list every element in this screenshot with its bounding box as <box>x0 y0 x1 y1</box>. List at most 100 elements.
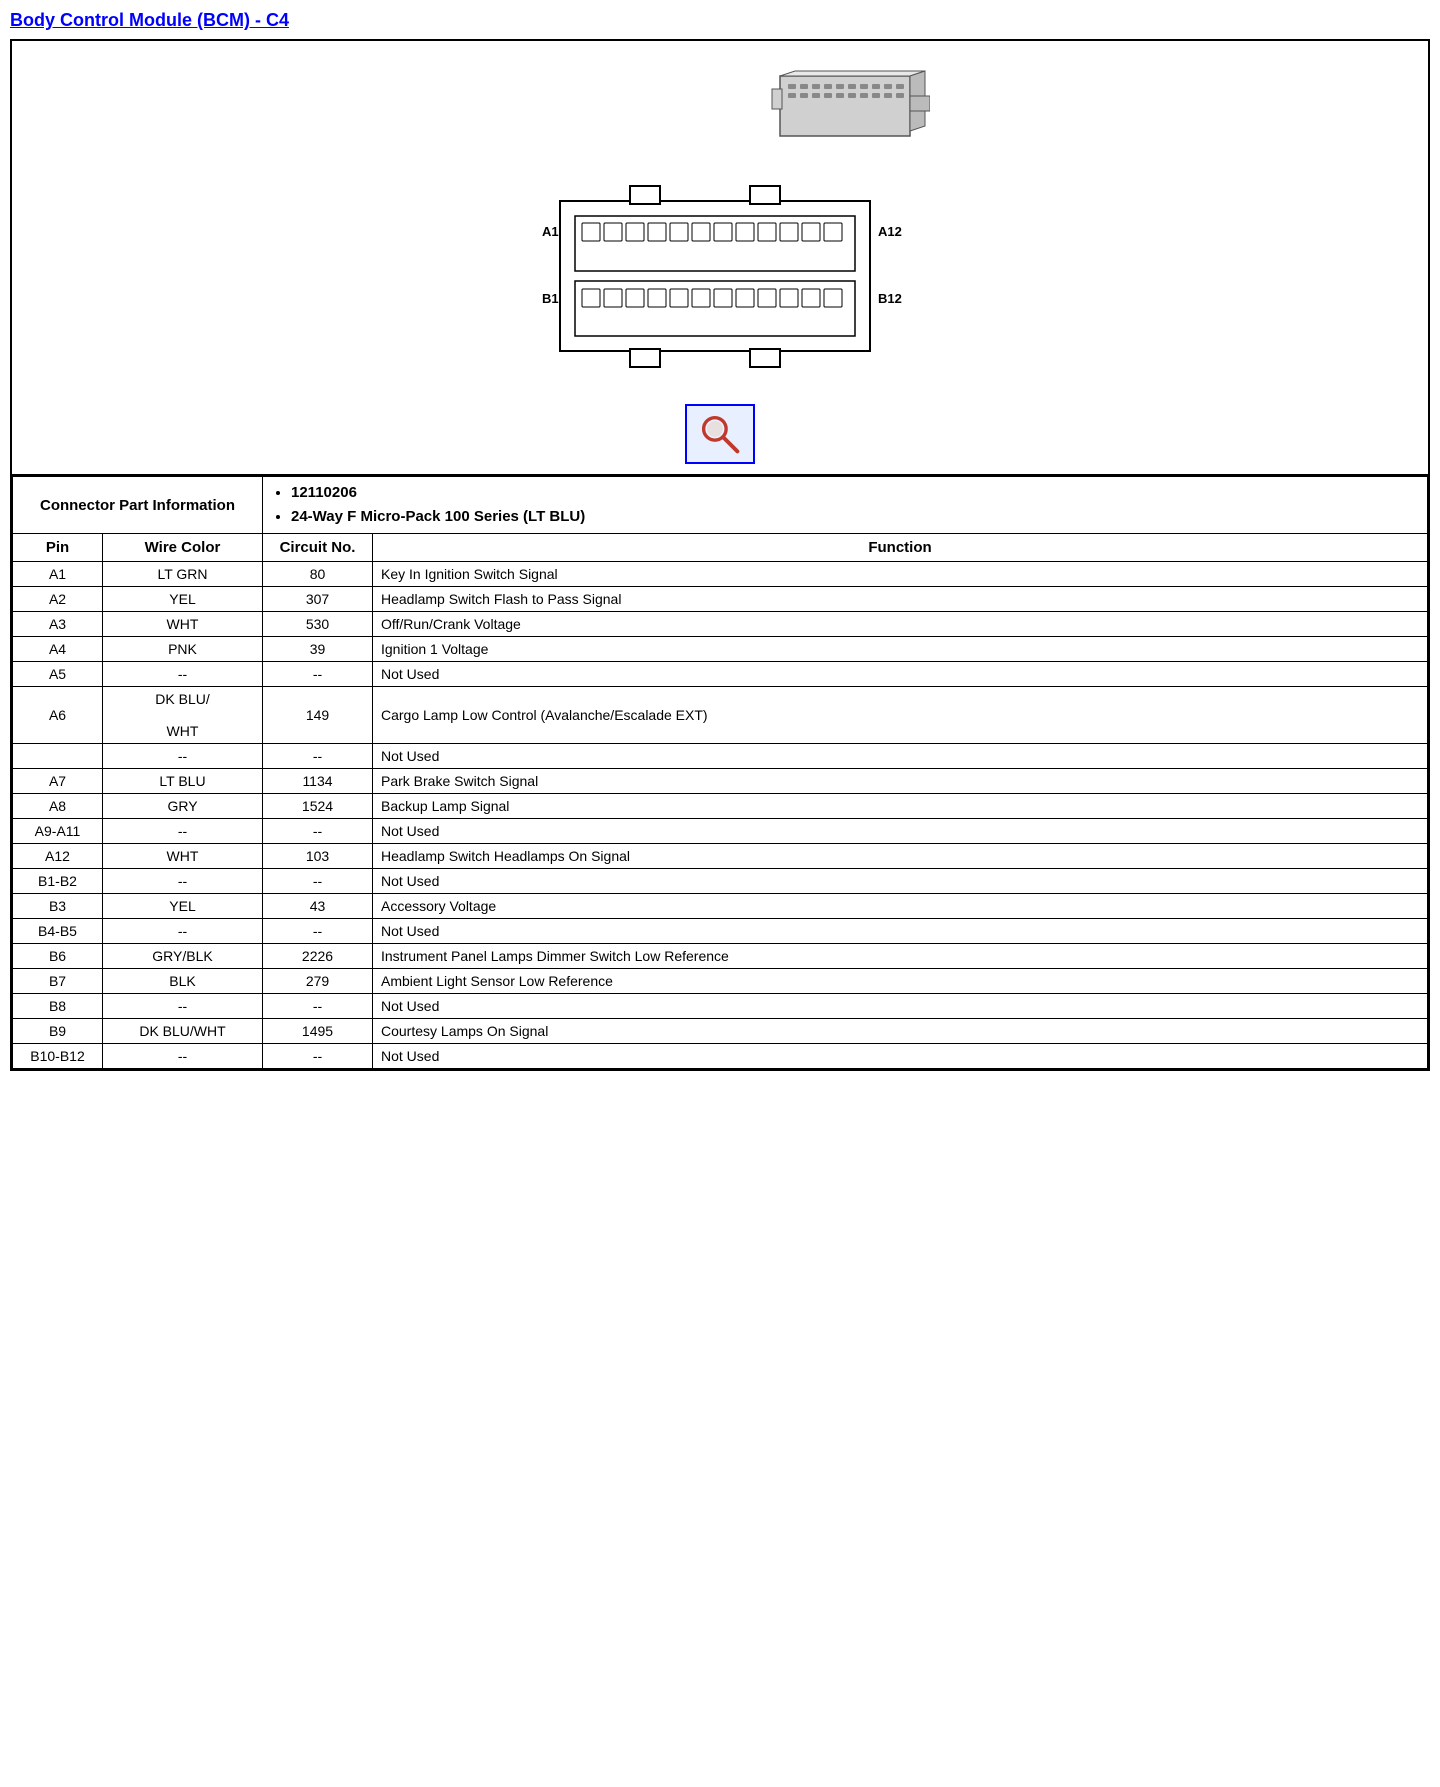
cell-pin <box>13 744 103 769</box>
circuit-no-header: Circuit No. <box>263 534 373 562</box>
table-row: A3WHT530Off/Run/Crank Voltage <box>13 612 1428 637</box>
cell-function: Not Used <box>373 662 1428 687</box>
table-row: B7BLK279Ambient Light Sensor Low Referen… <box>13 969 1428 994</box>
cell-circuit-no: 1495 <box>263 1019 373 1044</box>
page-title: Body Control Module (BCM) - C4 <box>10 10 1430 31</box>
table-row: A2YEL307Headlamp Switch Flash to Pass Si… <box>13 587 1428 612</box>
svg-text:B1: B1 <box>542 291 559 306</box>
cell-circuit-no: 43 <box>263 894 373 919</box>
cell-wire-color: BLK <box>103 969 263 994</box>
cell-pin: B7 <box>13 969 103 994</box>
cell-wire-color: -- <box>103 662 263 687</box>
cell-pin: A7 <box>13 769 103 794</box>
cell-circuit-no: 39 <box>263 637 373 662</box>
cell-circuit-no: -- <box>263 994 373 1019</box>
pin-header: Pin <box>13 534 103 562</box>
cell-circuit-no: 530 <box>263 612 373 637</box>
magnify-button[interactable] <box>685 404 755 464</box>
cell-circuit-no: 1134 <box>263 769 373 794</box>
cell-circuit-no: -- <box>263 919 373 944</box>
cell-wire-color: WHT <box>103 612 263 637</box>
main-container: A1 A12 B1 B12 Connector Part Info <box>10 39 1430 1071</box>
table-row: B6GRY/BLK2226Instrument Panel Lamps Dimm… <box>13 944 1428 969</box>
cell-wire-color: -- <box>103 869 263 894</box>
cell-circuit-no: -- <box>263 662 373 687</box>
cell-circuit-no: 307 <box>263 587 373 612</box>
table-row: B9DK BLU/WHT1495Courtesy Lamps On Signal <box>13 1019 1428 1044</box>
cell-function: Cargo Lamp Low Control (Avalanche/Escala… <box>373 687 1428 744</box>
wire-color-header: Wire Color <box>103 534 263 562</box>
table-row: ----Not Used <box>13 744 1428 769</box>
table-row: A12WHT103Headlamp Switch Headlamps On Si… <box>13 844 1428 869</box>
cell-pin: B8 <box>13 994 103 1019</box>
connector-description: 24-Way F Micro-Pack 100 Series (LT BLU) <box>291 505 1419 529</box>
cell-pin: A8 <box>13 794 103 819</box>
table-row: A7LT BLU1134Park Brake Switch Signal <box>13 769 1428 794</box>
svg-text:A1: A1 <box>542 224 559 239</box>
connector-diagram: A1 A12 B1 B12 <box>510 61 930 384</box>
cell-function: Headlamp Switch Headlamps On Signal <box>373 844 1428 869</box>
cell-wire-color: -- <box>103 994 263 1019</box>
cell-function: Ambient Light Sensor Low Reference <box>373 969 1428 994</box>
cell-circuit-no: -- <box>263 1044 373 1069</box>
table-row: A8GRY1524Backup Lamp Signal <box>13 794 1428 819</box>
cell-pin: B4-B5 <box>13 919 103 944</box>
table-row: A9-A11----Not Used <box>13 819 1428 844</box>
cell-pin: B9 <box>13 1019 103 1044</box>
cell-circuit-no: -- <box>263 819 373 844</box>
connector-info-row: Connector Part Information 12110206 24-W… <box>13 477 1428 534</box>
table-row: A1LT GRN80Key In Ignition Switch Signal <box>13 562 1428 587</box>
connector-part-info-label: Connector Part Information <box>13 477 263 534</box>
cell-pin: B3 <box>13 894 103 919</box>
cell-wire-color: YEL <box>103 587 263 612</box>
cell-pin: A6 <box>13 687 103 744</box>
cell-pin: A5 <box>13 662 103 687</box>
cell-wire-color: DK BLU/WHT <box>103 687 263 744</box>
cell-circuit-no: 149 <box>263 687 373 744</box>
cell-circuit-no: -- <box>263 744 373 769</box>
cell-function: Not Used <box>373 819 1428 844</box>
cell-pin: A12 <box>13 844 103 869</box>
cell-wire-color: -- <box>103 919 263 944</box>
cell-pin: B1-B2 <box>13 869 103 894</box>
cell-function: Accessory Voltage <box>373 894 1428 919</box>
cell-circuit-no: 103 <box>263 844 373 869</box>
cell-pin: A9-A11 <box>13 819 103 844</box>
cell-circuit-no: -- <box>263 869 373 894</box>
cell-pin: A1 <box>13 562 103 587</box>
cell-pin: A4 <box>13 637 103 662</box>
function-header: Function <box>373 534 1428 562</box>
cell-function: Instrument Panel Lamps Dimmer Switch Low… <box>373 944 1428 969</box>
cell-function: Backup Lamp Signal <box>373 794 1428 819</box>
connector-part-number: 12110206 <box>291 481 1419 505</box>
cell-function: Off/Run/Crank Voltage <box>373 612 1428 637</box>
cell-wire-color: PNK <box>103 637 263 662</box>
cell-function: Headlamp Switch Flash to Pass Signal <box>373 587 1428 612</box>
table-header-row: Pin Wire Color Circuit No. Function <box>13 534 1428 562</box>
cell-circuit-no: 80 <box>263 562 373 587</box>
cell-wire-color: GRY/BLK <box>103 944 263 969</box>
connector-table: Connector Part Information 12110206 24-W… <box>12 476 1428 1069</box>
table-row: A4PNK39Ignition 1 Voltage <box>13 637 1428 662</box>
cell-function: Park Brake Switch Signal <box>373 769 1428 794</box>
table-row: B4-B5----Not Used <box>13 919 1428 944</box>
connector-details-cell: 12110206 24-Way F Micro-Pack 100 Series … <box>263 477 1428 534</box>
cell-function: Not Used <box>373 994 1428 1019</box>
table-row: B10-B12----Not Used <box>13 1044 1428 1069</box>
svg-text:A12: A12 <box>878 224 902 239</box>
cell-pin: B10-B12 <box>13 1044 103 1069</box>
table-row: A5----Not Used <box>13 662 1428 687</box>
cell-function: Ignition 1 Voltage <box>373 637 1428 662</box>
cell-circuit-no: 1524 <box>263 794 373 819</box>
cell-function: Key In Ignition Switch Signal <box>373 562 1428 587</box>
table-row: B8----Not Used <box>13 994 1428 1019</box>
cell-wire-color: GRY <box>103 794 263 819</box>
cell-function: Courtesy Lamps On Signal <box>373 1019 1428 1044</box>
cell-pin: B6 <box>13 944 103 969</box>
cell-function: Not Used <box>373 869 1428 894</box>
cell-function: Not Used <box>373 1044 1428 1069</box>
cell-wire-color: LT BLU <box>103 769 263 794</box>
cell-wire-color: DK BLU/WHT <box>103 1019 263 1044</box>
cell-function: Not Used <box>373 744 1428 769</box>
cell-pin: A3 <box>13 612 103 637</box>
